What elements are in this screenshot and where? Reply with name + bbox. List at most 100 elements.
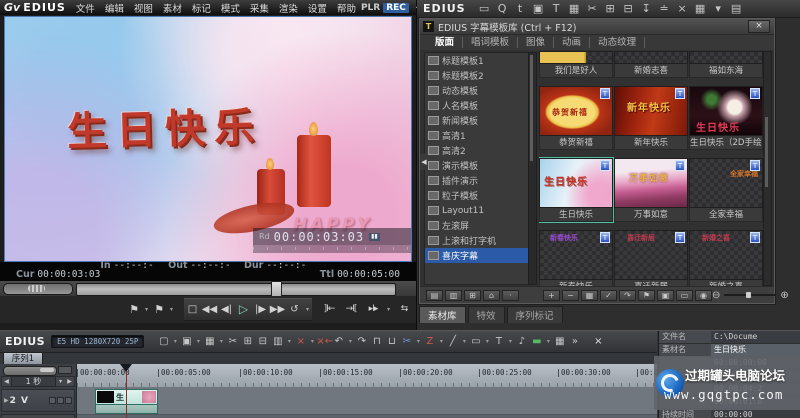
menu-item[interactable]: 采集 <box>245 1 274 15</box>
ripple-mode-icon[interactable]: Z <box>422 336 437 347</box>
flag-template-button[interactable]: ⚑ <box>638 289 655 301</box>
folder-option-button[interactable]: · <box>502 289 519 301</box>
ripple-caret[interactable]: ▾ <box>285 338 293 345</box>
layout-grid-icon[interactable]: ▦ <box>694 2 707 15</box>
sync-icon[interactable]: ≐ <box>658 2 671 15</box>
add-template-button[interactable]: + <box>543 289 560 301</box>
tree-item[interactable]: 新闻模板 <box>425 113 528 128</box>
template-item[interactable]: 生日快乐 T 生日快乐（2D手绘） <box>689 86 763 150</box>
bin-tab[interactable]: 特效 <box>467 306 505 323</box>
tree-item[interactable]: 左滚屏 <box>425 218 528 233</box>
thumbnail-view-button[interactable]: ▦ <box>581 289 598 301</box>
delete-icon[interactable]: × <box>293 336 308 347</box>
menu-item[interactable]: 模式 <box>216 1 245 15</box>
ffwd-button[interactable]: ▶▶ <box>269 298 286 321</box>
tree-item[interactable]: 标题模板2 <box>425 68 528 83</box>
menu-item[interactable]: 标记 <box>187 1 216 15</box>
cut-icon[interactable]: ✂ <box>225 336 240 347</box>
save-caret[interactable]: ▾ <box>217 338 225 345</box>
dialog-close-button[interactable]: × <box>748 20 770 33</box>
next-frame-button[interactable]: |▶ <box>252 298 269 321</box>
template-item[interactable]: T 我们是好人 <box>539 51 613 78</box>
tree-item[interactable]: 喜庆字幕 <box>425 248 528 263</box>
more-icon[interactable]: » <box>567 336 582 347</box>
title-caret[interactable]: ▾ <box>506 338 514 345</box>
new-folder-button[interactable]: ▤ <box>426 289 443 301</box>
dialog-title-bar[interactable]: T EDIUS 字幕模板库 (Ctrl + F12) × <box>420 19 774 35</box>
play-button[interactable]: ▷ <box>235 298 252 321</box>
voiceover-mic-icon[interactable]: ♪ <box>514 336 529 347</box>
playhead-handle[interactable] <box>120 364 132 378</box>
video-track-header[interactable]: ▶ 2 V <box>1 389 75 412</box>
template-item[interactable]: 新婚之喜 T 新婚之喜 <box>689 230 763 287</box>
position-slider[interactable] <box>76 281 396 298</box>
undo-caret[interactable]: ▾ <box>346 338 354 345</box>
tree-item[interactable]: 动态模板 <box>425 83 528 98</box>
video-track-lane[interactable]: 生 <box>77 387 657 415</box>
template-item[interactable]: 新年快乐 T 新年快乐 <box>614 86 688 150</box>
fade-caret[interactable]: ▾ <box>460 338 468 345</box>
menu-item[interactable]: 视图 <box>129 1 158 15</box>
loop-caret[interactable]: ▾ <box>303 298 312 321</box>
template-item[interactable]: 万事如意 T 万事如意 <box>614 158 688 222</box>
style-button[interactable]: ▣ <box>657 289 674 301</box>
set-out-caret[interactable]: ▾ <box>167 299 176 320</box>
folder-properties-button[interactable]: ⊞ <box>464 289 481 301</box>
template-item[interactable]: 生日快乐 T 生日快乐 <box>539 157 614 223</box>
layout-caret[interactable]: ▾ <box>712 2 725 15</box>
ripple-mode-caret[interactable]: ▾ <box>437 338 445 345</box>
tree-item[interactable]: 演示模板 <box>425 158 528 173</box>
template-item[interactable]: 恭贺新禧 T 恭贺新禧 <box>539 86 613 150</box>
zoom-in-icon[interactable]: ⊕ <box>780 290 788 301</box>
menu-item[interactable]: 设置 <box>303 1 332 15</box>
grid-icon[interactable]: ▦ <box>552 336 567 347</box>
track-scrollbar[interactable] <box>3 366 57 376</box>
dialog-tab[interactable]: 唱词模板 <box>463 37 519 48</box>
paste-icon[interactable]: ⊟ <box>622 2 635 15</box>
shuttle-grip[interactable] <box>28 285 45 292</box>
set-out-button[interactable]: ⚑ <box>151 299 167 320</box>
goto-in-button[interactable]: ]I← <box>318 299 340 320</box>
timescale-value[interactable]: 1 秒 <box>11 376 56 387</box>
ripple-cut-icon[interactable]: ▥ <box>270 336 285 347</box>
pin-icon[interactable]: ↧ <box>640 2 653 15</box>
remove-template-button[interactable]: − <box>562 289 579 301</box>
export-icon[interactable]: ▣ <box>532 2 545 15</box>
search-icon[interactable]: Q <box>496 2 509 15</box>
template-item[interactable]: T 新婚志喜 <box>614 51 688 78</box>
loop-button[interactable]: ↺ <box>286 298 303 321</box>
tree-item[interactable]: Layout11 <box>425 203 528 218</box>
play-around-button[interactable]: ▸I▸ <box>362 299 384 320</box>
capture-button[interactable]: ◉ <box>695 289 712 301</box>
sync-mode-button[interactable]: ⇆ <box>393 299 415 320</box>
sequence-tab[interactable]: 序列1 <box>3 352 43 364</box>
overwrite-icon[interactable]: ▬ <box>529 336 544 347</box>
tree-item[interactable]: 上滚和打字机 <box>425 233 528 248</box>
ripple-delete-icon[interactable]: ×← <box>316 336 333 347</box>
cut-icon[interactable]: ✂ <box>586 2 599 15</box>
expand-icon[interactable]: ▶ <box>4 397 9 404</box>
menu-item[interactable]: 帮助 <box>332 1 361 15</box>
set-out-track-icon[interactable]: ⊔ <box>384 336 399 347</box>
address-icon[interactable]: t <box>514 2 527 15</box>
copy-icon[interactable]: ⊞ <box>240 336 255 347</box>
tree-item[interactable]: 粒子模板 <box>425 188 528 203</box>
paste-icon[interactable]: ⊟ <box>255 336 270 347</box>
track-toggle-icons[interactable] <box>49 397 72 404</box>
zoom-out-icon[interactable]: ⊖ <box>712 290 720 301</box>
timeline-close-button[interactable]: × <box>590 336 606 347</box>
delete-caret[interactable]: ▾ <box>308 338 316 345</box>
plr-mode-button[interactable]: PLR <box>361 3 380 13</box>
dialog-tab[interactable]: 动态纹理 <box>590 37 646 48</box>
menu-item[interactable]: 文件 <box>71 1 100 15</box>
title-icon[interactable]: T <box>491 336 506 347</box>
tree-item[interactable]: 人名模板 <box>425 98 528 113</box>
folder-up-button[interactable]: ⌂ <box>483 289 500 301</box>
grid-scrollbar[interactable] <box>763 51 772 286</box>
menu-item[interactable]: 素材 <box>158 1 187 15</box>
bin-tab[interactable]: 序列标记 <box>506 306 563 323</box>
marker-icon[interactable]: ▭ <box>468 336 483 347</box>
timeline-ruler[interactable]: 00:00:00:00 00:00:05:00 00:00:10:00 00:00:1… <box>77 364 657 388</box>
title-icon[interactable]: T <box>550 2 563 15</box>
fade-icon[interactable]: ╱ <box>445 336 460 347</box>
